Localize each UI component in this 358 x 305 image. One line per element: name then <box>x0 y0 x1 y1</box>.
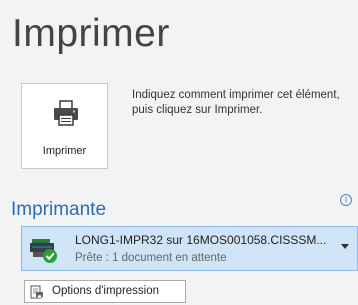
page-title: Imprimer <box>12 12 170 55</box>
printer-name: LONG1-IMPR32 sur 16MOS001058.CISSSM... <box>75 233 327 247</box>
print-button[interactable]: Imprimer <box>21 83 108 169</box>
document-settings-icon <box>30 285 43 299</box>
print-options-button[interactable]: Options d'impression <box>24 280 186 303</box>
printer-section-title: Imprimante <box>11 199 107 220</box>
printer-icon <box>54 100 78 126</box>
print-description: Indiquez comment imprimer cet élément, p… <box>132 89 340 116</box>
printer-status: Prête : 1 document en attente <box>75 252 227 264</box>
chevron-down-icon <box>341 244 349 249</box>
print-options-label: Options d'impression <box>52 285 160 297</box>
printer-ready-icon <box>30 239 57 263</box>
info-icon[interactable]: i <box>340 194 352 206</box>
print-button-label: Imprimer <box>42 145 87 157</box>
printer-dropdown[interactable]: LONG1-IMPR32 sur 16MOS001058.CISSSM... P… <box>21 226 358 271</box>
